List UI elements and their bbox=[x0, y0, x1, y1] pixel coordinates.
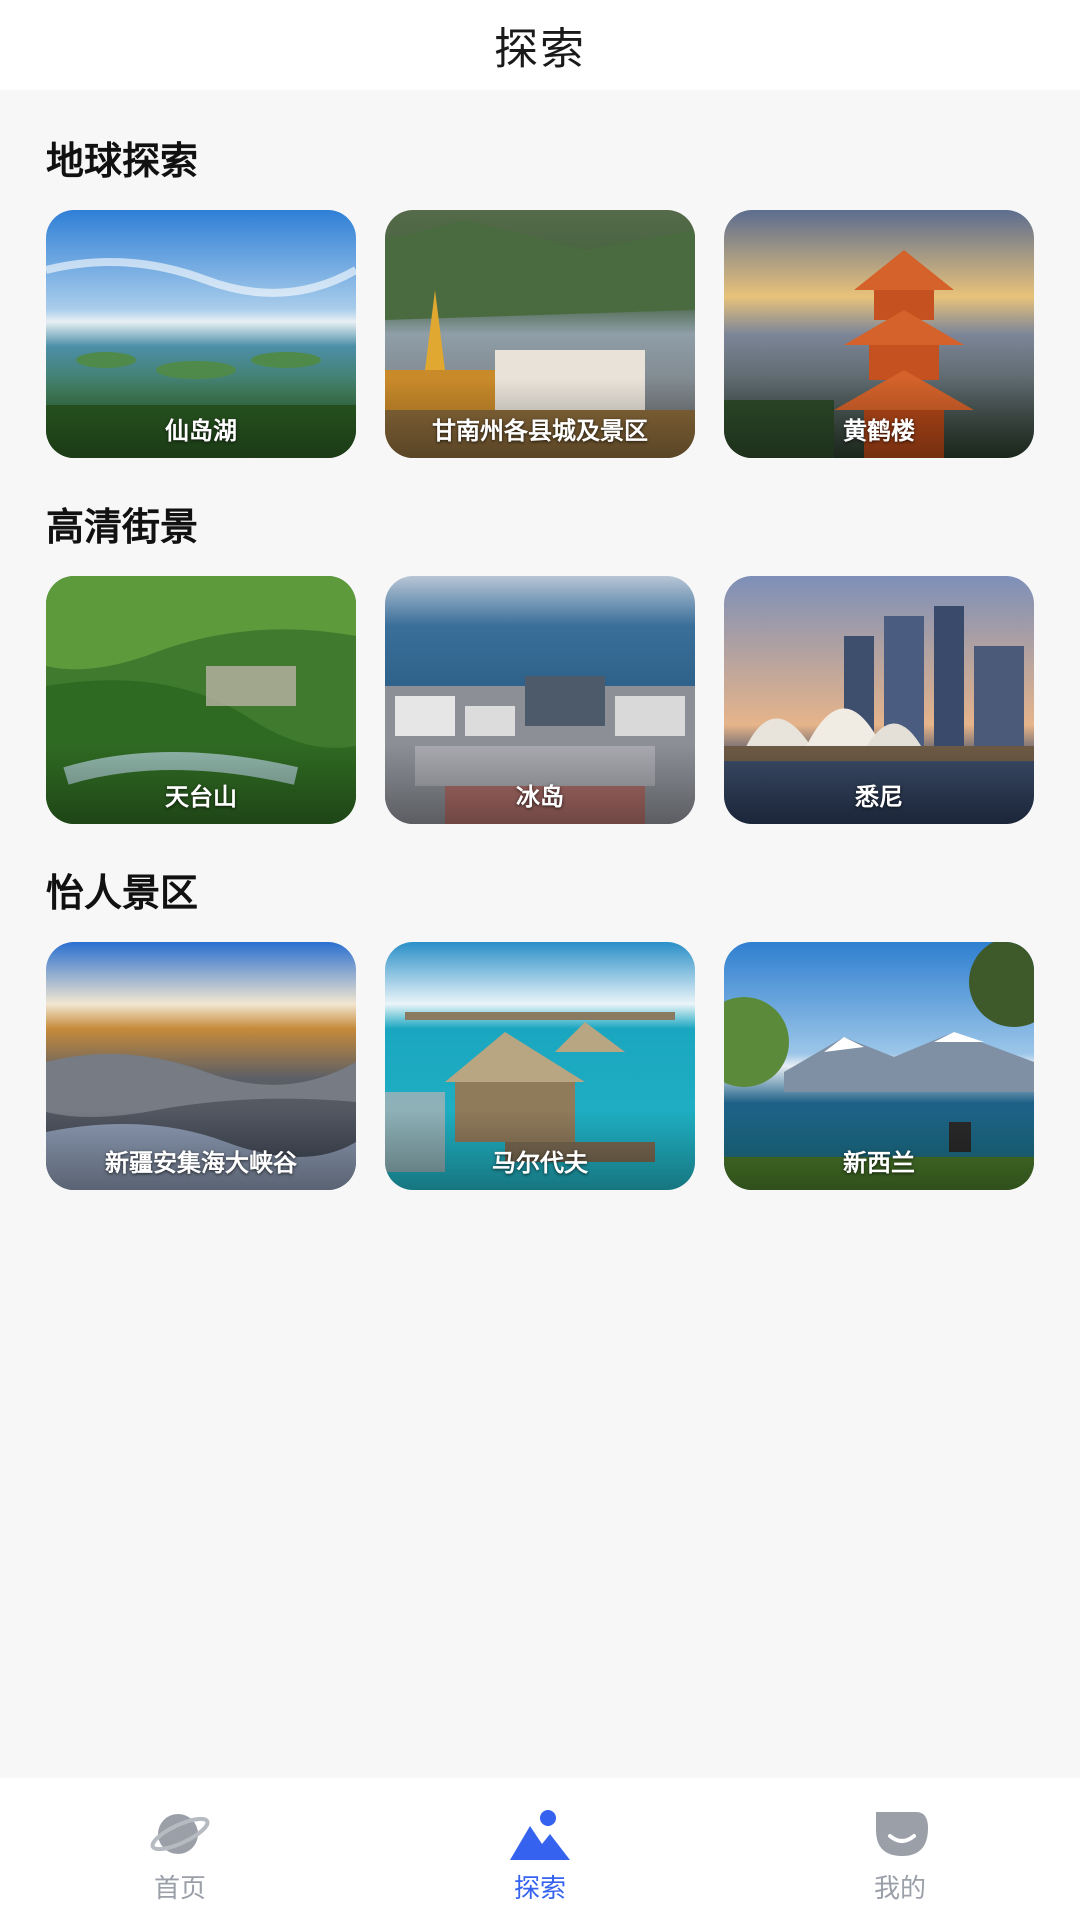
card-xiandao-lake[interactable]: 仙岛湖 bbox=[46, 210, 356, 458]
tab-label: 首页 bbox=[153, 1874, 206, 1904]
card-label: 悉尼 bbox=[855, 783, 903, 811]
card-tiantai-mountain[interactable]: 天台山 bbox=[46, 576, 356, 824]
card-sydney[interactable]: 悉尼 bbox=[724, 576, 1034, 824]
page-title: 探索 bbox=[494, 24, 586, 75]
card-label: 天台山 bbox=[165, 783, 237, 811]
section-title-streetview: 高清街景 bbox=[46, 505, 199, 549]
top-bar: 探索 bbox=[0, 0, 1080, 90]
tab-home[interactable]: 首页 bbox=[0, 1778, 360, 1920]
card-label: 仙岛湖 bbox=[165, 417, 237, 445]
card-label: 冰岛 bbox=[516, 783, 564, 811]
card-yellow-crane-tower[interactable]: 黄鹤楼 bbox=[724, 210, 1034, 458]
card-anjihai-canyon[interactable]: 新疆安集海大峡谷 bbox=[46, 942, 356, 1190]
mountain-icon bbox=[510, 1810, 570, 1860]
tab-explore[interactable]: 探索 bbox=[360, 1778, 720, 1920]
section-title-earth: 地球探索 bbox=[46, 139, 199, 183]
card-maldives[interactable]: 马尔代夫 bbox=[385, 942, 695, 1190]
tab-profile[interactable]: 我的 bbox=[720, 1778, 1080, 1920]
card-label: 新西兰 bbox=[843, 1149, 915, 1177]
card-iceland[interactable]: 冰岛 bbox=[385, 576, 695, 824]
card-new-zealand[interactable]: 新西兰 bbox=[724, 942, 1034, 1190]
card-label: 甘南州各县城及景区 bbox=[432, 417, 648, 445]
card-gannan[interactable]: 甘南州各县城及景区 bbox=[385, 210, 695, 458]
planet-icon bbox=[150, 1814, 210, 1854]
card-label: 马尔代夫 bbox=[492, 1149, 588, 1177]
tab-label: 探索 bbox=[513, 1874, 566, 1904]
card-label: 新疆安集海大峡谷 bbox=[105, 1149, 297, 1177]
bottom-tab-bar: 首页 探索 我的 bbox=[0, 1778, 1080, 1920]
profile-icon bbox=[876, 1812, 928, 1856]
card-row-scenic: 新疆安集海大峡谷 马尔代夫 新西兰 bbox=[46, 942, 1034, 1190]
card-label: 黄鹤楼 bbox=[843, 417, 915, 445]
tab-label: 我的 bbox=[873, 1874, 926, 1904]
card-row-streetview: 天台山 冰岛 悉尼 bbox=[46, 576, 1034, 824]
card-row-earth: 仙岛湖 甘南州各县城及景区 黄鹤楼 bbox=[46, 210, 1034, 458]
section-title-scenic: 怡人景区 bbox=[46, 871, 199, 915]
